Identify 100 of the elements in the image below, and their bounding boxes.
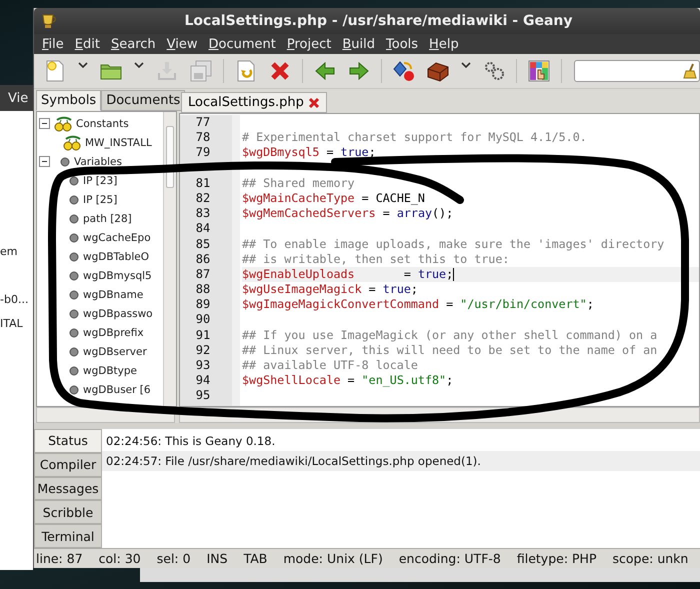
search-field[interactable] (574, 60, 700, 82)
code-line: $wgImageMagickConvertCommand = "/usr/bin/convert"; (242, 297, 594, 312)
line-number: 81 (194, 176, 212, 191)
tree-item[interactable]: wgDBpasswo (83, 308, 153, 320)
menu-item[interactable]: File (38, 36, 71, 52)
tree-item[interactable]: MW_INSTALL (85, 136, 152, 148)
message-tab[interactable]: Messages (34, 476, 102, 500)
tree-item[interactable]: path [28] (83, 212, 132, 224)
line-number: 79 (194, 145, 212, 161)
status-item: mode: Unix (LF) (283, 551, 383, 566)
broom-icon (683, 63, 698, 79)
tree-item[interactable]: IP [25] (83, 194, 118, 206)
message-line[interactable]: 02:24:56: This is Geany 0.18. (102, 431, 700, 451)
line-number: 87 (194, 266, 212, 282)
dot-icon (60, 156, 70, 166)
list-text: -b0... (0, 293, 30, 308)
tree-item[interactable]: Variables (74, 156, 122, 168)
code-line: ## Linux server, this will need to be set to the name of an (242, 342, 658, 358)
tree-item[interactable]: wgDBprefix (83, 326, 144, 338)
right-arrow-icon[interactable] (346, 59, 371, 83)
message-tab[interactable]: Compiler (34, 452, 102, 477)
code-line: $wgEnableUploads = true; (242, 266, 454, 282)
tree-item[interactable]: wgDBserver (83, 346, 147, 358)
menu-item[interactable]: View (162, 36, 205, 52)
status-item: INS (206, 551, 228, 566)
code-line: ## Shared memory (242, 176, 355, 191)
collapse-icon[interactable] (39, 156, 50, 167)
cherries-icon (53, 116, 73, 132)
code-line: ## is writable, then set this to true: (242, 252, 510, 267)
status-item: line: 87 (36, 551, 83, 566)
dot-icon (69, 214, 79, 224)
dot-icon (69, 308, 79, 318)
code-line: # Experimental charset support for MySQL 4.1/5.0. (242, 130, 587, 146)
tree-item[interactable]: IP [23] (83, 174, 118, 186)
code-line: $wgMainCacheType = CACHE_N (242, 190, 425, 206)
compile-icon[interactable] (392, 59, 416, 83)
dot-icon (69, 290, 79, 300)
menu-item[interactable]: Edit (70, 36, 107, 52)
cherries-icon (62, 134, 82, 150)
dot-icon (69, 176, 79, 186)
text-cursor (453, 268, 454, 282)
dot-icon (69, 366, 79, 376)
color-palette-icon[interactable] (526, 59, 550, 83)
close-icon[interactable] (308, 96, 320, 108)
tree-item[interactable]: wgDBTableO (83, 250, 149, 262)
list-text: ITAL (0, 317, 24, 332)
line-number: 83 (194, 206, 212, 222)
dot-icon (69, 252, 79, 262)
dot-icon (69, 346, 79, 356)
line-number: 90 (194, 312, 212, 328)
menu-item[interactable]: Help (425, 36, 466, 52)
code-line: $wgMemCachedServers = array(); (242, 206, 454, 222)
dot-icon (69, 384, 79, 394)
line-number: 95 (194, 388, 212, 404)
code-editor[interactable] (179, 113, 700, 407)
collapse-icon[interactable] (39, 118, 50, 129)
code-line: ## If you use ImageMagick (or any other shell command) on a (242, 328, 658, 343)
tree-item[interactable]: wgCacheEpo (83, 232, 151, 244)
line-number: 91 (194, 328, 212, 343)
tree-item[interactable]: wgDBname (83, 288, 144, 300)
code-line: ## available UTF-8 locale (242, 358, 418, 374)
line-number: 82 (194, 190, 212, 206)
message-tab[interactable]: Status (34, 429, 102, 453)
menu-item[interactable]: Build (338, 36, 382, 52)
line-number: 93 (194, 358, 212, 374)
tree-item[interactable]: wgDBmysql5 (83, 270, 152, 282)
scrollbar[interactable] (163, 112, 176, 406)
left-arrow-icon[interactable] (312, 59, 337, 83)
line-number: 86 (194, 252, 212, 267)
code-line: $wgUseImageMagick = true; (242, 282, 418, 298)
editor-tab[interactable]: LocalSettings.php (181, 92, 327, 113)
sidebar-tab[interactable]: Documents (101, 90, 186, 111)
line-number: 78 (194, 130, 212, 146)
line-number: 88 (194, 282, 212, 298)
code-line: ## To enable image uploads, make sure the 'images' directory (242, 236, 664, 252)
dot-icon (69, 232, 79, 242)
line-number: 85 (194, 236, 212, 252)
message-tab[interactable]: Scribble (34, 500, 102, 524)
window-title: LocalSettings.php - /usr/share/mediawiki - Geany (183, 13, 574, 29)
tree-item[interactable]: Constants (76, 118, 129, 130)
menu-item[interactable]: Search (106, 36, 163, 52)
line-number: 94 (194, 373, 212, 388)
line-number: 84 (194, 221, 212, 236)
status-item: col: 30 (98, 551, 141, 566)
tree-item[interactable]: wgDBuser [6 (83, 384, 151, 396)
line-number: 89 (194, 297, 212, 312)
status-item: encoding: UTF-8 (398, 551, 501, 566)
tree-item[interactable]: wgDBtype (83, 364, 137, 376)
list-text: em (0, 245, 18, 260)
menu-item[interactable]: Project (282, 36, 338, 52)
status-item: sel: 0 (156, 551, 191, 566)
dot-icon (69, 270, 79, 280)
sidebar-tab[interactable]: Symbols (36, 90, 102, 111)
menu-item[interactable]: Document (204, 36, 283, 52)
menu-item[interactable]: Tools (382, 36, 426, 52)
status-item: scope: unkn (612, 551, 688, 566)
message-tab[interactable]: Terminal (34, 524, 102, 548)
code-line: $wgShellLocale = "en_US.utf8"; (242, 373, 454, 388)
line-number: 92 (194, 342, 212, 358)
status-item: TAB (244, 551, 268, 566)
